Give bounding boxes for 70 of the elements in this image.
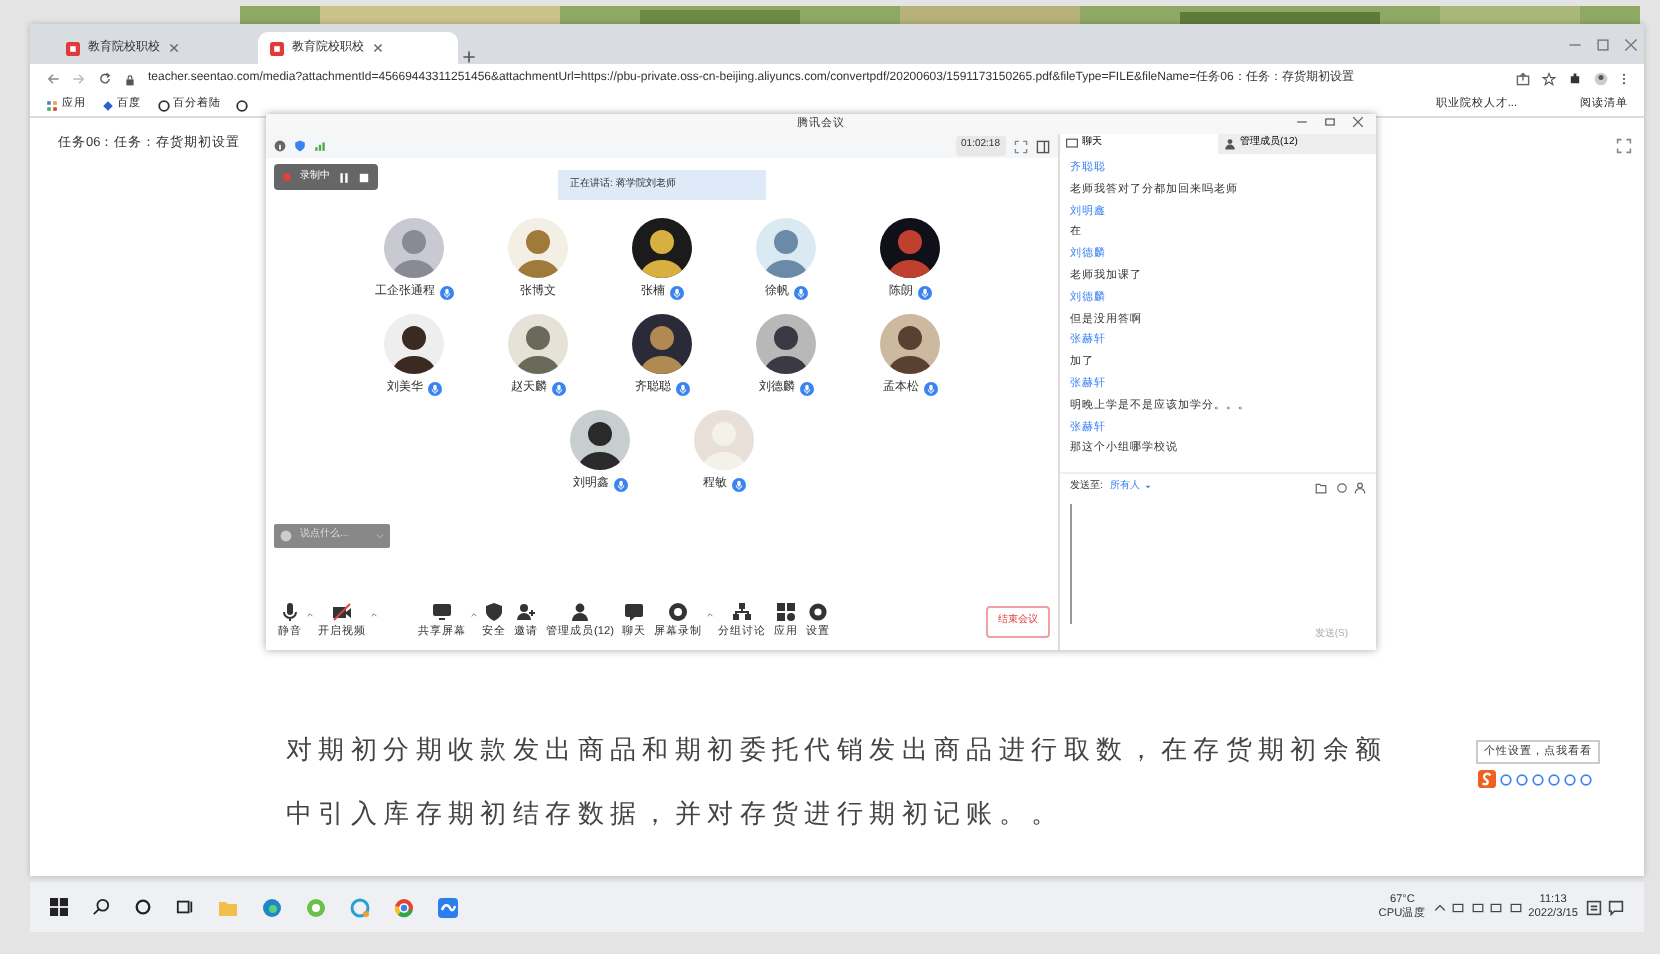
share-icon[interactable]	[1516, 72, 1530, 86]
avatar	[384, 218, 444, 278]
record-icon	[282, 172, 292, 182]
site-icon	[270, 41, 284, 55]
avatar	[384, 314, 444, 374]
windows-icon[interactable]	[50, 898, 68, 916]
user-icon[interactable]	[1354, 481, 1366, 494]
profile-icon[interactable]	[1594, 72, 1608, 86]
info-icon[interactable]	[274, 140, 286, 152]
sidebar-icon[interactable]	[1036, 139, 1050, 153]
lock-icon	[124, 73, 136, 85]
caret-icon[interactable]	[470, 612, 478, 619]
reload-icon[interactable]	[98, 72, 112, 86]
microphone-icon	[280, 602, 300, 623]
caret-icon[interactable]	[1433, 901, 1446, 913]
document-text: 对期初分期收款发出商品和期初委托代销发出商品进行取数，在存货期初余额	[286, 732, 1388, 768]
avatar	[880, 218, 940, 278]
close-icon[interactable]	[1352, 114, 1364, 130]
notification-icon[interactable]	[1608, 899, 1624, 915]
star-icon[interactable]	[1542, 72, 1556, 86]
shield-icon	[484, 602, 504, 623]
caret-icon[interactable]	[705, 612, 714, 619]
close-icon[interactable]	[168, 42, 180, 54]
avatar	[508, 218, 568, 278]
site-icon	[66, 41, 80, 55]
extension-icon[interactable]	[1568, 72, 1582, 86]
avatar	[508, 314, 568, 374]
search-icon[interactable]	[92, 898, 110, 916]
avatar	[880, 314, 940, 374]
close-icon[interactable]	[1623, 37, 1637, 51]
more-icon[interactable]	[1620, 72, 1628, 86]
add-user-icon	[516, 602, 536, 623]
caret-icon[interactable]	[370, 612, 378, 619]
avatar	[570, 410, 630, 470]
stop-icon[interactable]	[358, 171, 370, 183]
apps-icon	[46, 99, 58, 111]
document-text: 中引入库存期初结存数据，并对存货进行期初记账。。	[286, 796, 1066, 832]
back-icon[interactable]	[46, 72, 60, 86]
shield-icon[interactable]	[294, 140, 306, 152]
settings-icon	[807, 602, 828, 623]
maximize-icon[interactable]	[1324, 114, 1336, 130]
fullscreen-icon[interactable]	[1014, 139, 1028, 153]
groups-icon	[731, 602, 752, 623]
avatar	[756, 218, 816, 278]
avatar	[632, 218, 692, 278]
maximize-icon[interactable]	[1595, 37, 1609, 51]
camera-off-icon	[332, 602, 352, 623]
avatar	[694, 410, 754, 470]
browser-icon[interactable]	[262, 897, 282, 917]
bookmark-icon	[101, 99, 114, 111]
meeting-app-icon[interactable]	[438, 897, 458, 917]
ime-logo-icon	[1478, 770, 1496, 789]
user-icon	[569, 602, 590, 623]
avatar	[756, 314, 816, 374]
record-icon	[667, 602, 688, 623]
close-icon[interactable]	[372, 42, 384, 54]
screen-icon	[432, 602, 452, 623]
user-icon	[1224, 138, 1236, 150]
circle-icon[interactable]	[134, 898, 152, 916]
signal-icon	[314, 140, 326, 152]
apps-icon	[775, 602, 796, 623]
pause-icon[interactable]	[338, 171, 350, 183]
caret-icon[interactable]	[306, 612, 314, 619]
task-view-icon[interactable]	[176, 898, 194, 916]
avatar	[632, 314, 692, 374]
fullscreen-icon[interactable]	[1616, 138, 1632, 154]
folder-icon[interactable]	[1314, 481, 1328, 494]
notes-icon[interactable]	[1585, 899, 1601, 915]
new-tab-icon[interactable]	[462, 50, 476, 64]
chrome-icon[interactable]	[394, 897, 414, 917]
